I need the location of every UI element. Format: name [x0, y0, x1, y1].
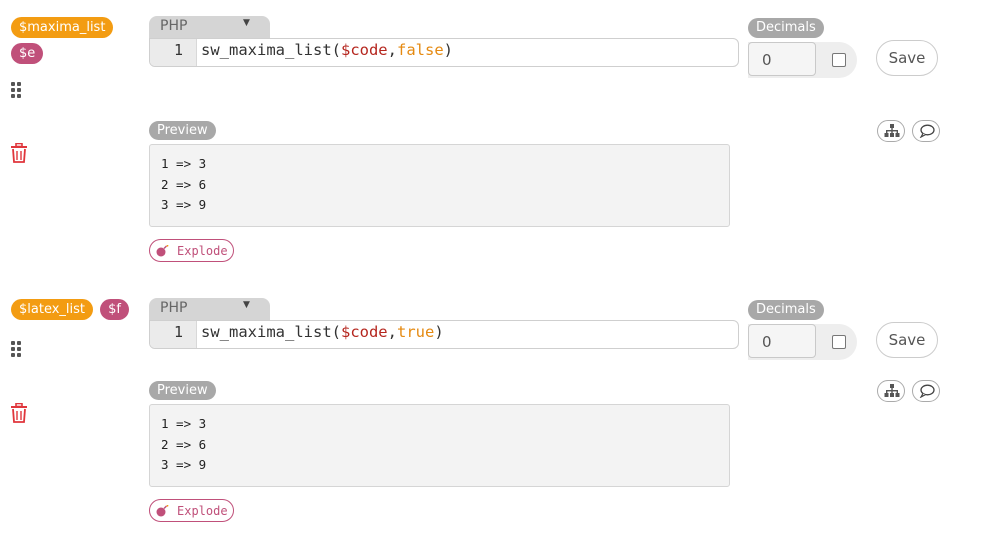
comment-icon: [919, 124, 935, 138]
preview-line: 1 => 3: [161, 416, 207, 431]
variable-chip-latex-list[interactable]: $latex_list: [11, 299, 94, 320]
trash-icon[interactable]: [10, 142, 28, 163]
variable-chip-f[interactable]: $f: [100, 299, 129, 320]
language-label: PHP: [160, 300, 188, 316]
code-variable: $code: [340, 323, 388, 341]
preview-line: 1 => 3: [161, 156, 207, 171]
decimals-group: 0: [748, 324, 857, 360]
line-number: 1: [173, 41, 183, 59]
drag-handle-icon[interactable]: [11, 82, 21, 98]
code-line[interactable]: sw_maxima_list($code,true): [201, 323, 444, 341]
decimals-value: 0: [762, 333, 772, 351]
decimals-label: Decimals: [748, 300, 824, 320]
code-block: $maxima_list $e PHP ▼ 1 sw_maxima_list($…: [0, 0, 982, 262]
code-editor[interactable]: 1 sw_maxima_list($code,true): [149, 320, 739, 349]
preview-line: 3 => 9: [161, 457, 207, 472]
comment-button[interactable]: [912, 120, 940, 142]
code-separator: ,: [387, 323, 397, 341]
explode-label: Explode: [177, 244, 228, 258]
decimals-input[interactable]: 0: [748, 324, 816, 358]
code-close: ): [434, 323, 444, 341]
preview-output: 1 => 3 2 => 6 3 => 9: [149, 144, 730, 227]
trash-icon[interactable]: [10, 402, 28, 423]
preview-output: 1 => 3 2 => 6 3 => 9: [149, 404, 730, 487]
code-function: sw_maxima_list(: [201, 41, 341, 59]
dropdown-caret-icon: ▼: [243, 18, 250, 28]
variable-chip-e[interactable]: $e: [11, 43, 44, 64]
decimals-input[interactable]: 0: [748, 42, 816, 76]
sitemap-button[interactable]: [877, 120, 905, 142]
explode-button[interactable]: Explode: [149, 239, 234, 262]
variable-chips: $latex_list $f: [11, 298, 131, 324]
code-close: ): [443, 41, 454, 59]
save-button[interactable]: Save: [876, 40, 938, 76]
variable-chip-maxima-list[interactable]: $maxima_list: [11, 17, 114, 38]
decimals-label: Decimals: [748, 18, 824, 38]
code-argument: true: [397, 323, 435, 341]
bomb-icon: [156, 505, 169, 517]
code-argument: false: [397, 41, 444, 59]
decimals-group: 0: [748, 42, 857, 78]
sitemap-icon: [884, 124, 900, 137]
code-function: sw_maxima_list(: [201, 323, 341, 341]
dropdown-caret-icon: ▼: [243, 300, 250, 310]
code-line[interactable]: sw_maxima_list($code,false): [201, 41, 453, 59]
code-variable: $code: [340, 41, 388, 59]
drag-handle-icon[interactable]: [11, 341, 21, 357]
comment-icon: [919, 384, 935, 398]
decimals-checkbox[interactable]: [832, 53, 846, 67]
language-select[interactable]: PHP ▼: [149, 298, 270, 320]
preview-label: Preview: [149, 381, 216, 400]
line-number: 1: [173, 323, 183, 341]
language-select[interactable]: PHP ▼: [149, 16, 270, 38]
bomb-icon: [156, 245, 169, 257]
language-label: PHP: [160, 18, 188, 34]
code-block: $latex_list $f PHP ▼ 1 sw_maxima_list($c…: [0, 282, 982, 544]
decimals-value: 0: [762, 51, 772, 69]
preview-line: 2 => 6: [161, 177, 207, 192]
code-editor[interactable]: 1 sw_maxima_list($code,false): [149, 38, 739, 67]
explode-button[interactable]: Explode: [149, 499, 234, 522]
save-button[interactable]: Save: [876, 322, 938, 358]
sitemap-icon: [884, 384, 900, 397]
preview-line: 3 => 9: [161, 197, 207, 212]
decimals-checkbox[interactable]: [832, 335, 846, 349]
preview-label: Preview: [149, 121, 216, 140]
preview-line: 2 => 6: [161, 437, 207, 452]
explode-label: Explode: [177, 504, 228, 518]
line-gutter: 1: [150, 39, 197, 66]
line-gutter: 1: [150, 321, 197, 348]
sitemap-button[interactable]: [877, 380, 905, 402]
variable-chips: $maxima_list $e: [11, 16, 131, 68]
comment-button[interactable]: [912, 380, 940, 402]
code-separator: ,: [387, 41, 397, 59]
